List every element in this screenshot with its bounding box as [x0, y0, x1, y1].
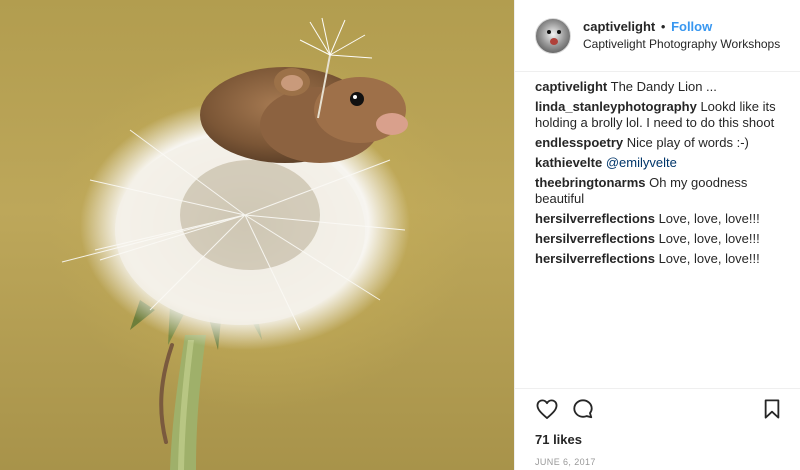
post-date[interactable]: JUNE 6, 2017: [535, 457, 784, 467]
comment: hersilverreflections Love, love, love!!!: [535, 251, 784, 267]
post-container: captivelight • Follow Captivelight Photo…: [0, 0, 800, 470]
author-username[interactable]: captivelight: [583, 19, 655, 34]
post-author-info: captivelight • Follow Captivelight Photo…: [583, 18, 780, 53]
avatar-eye: [547, 29, 551, 34]
comment-username[interactable]: endlesspoetry: [535, 135, 623, 150]
comment-text: Nice play of words :-): [626, 135, 749, 150]
heart-icon[interactable]: [535, 397, 559, 421]
avatar-eye: [557, 29, 561, 34]
avatar-mouth: [550, 37, 558, 45]
comment: theebringtonarms Oh my goodness beautifu…: [535, 175, 784, 207]
comment: endlesspoetry Nice play of words :-): [535, 135, 784, 151]
comment-mention[interactable]: @emilyvelte: [606, 155, 677, 170]
comment: hersilverreflections Love, love, love!!!: [535, 231, 784, 247]
comment-username[interactable]: captivelight: [535, 79, 607, 94]
comment-username[interactable]: theebringtonarms: [535, 175, 646, 190]
comment: linda_stanleyphotography Lookd like its …: [535, 99, 784, 131]
post-header: captivelight • Follow Captivelight Photo…: [515, 0, 800, 72]
likes-count[interactable]: 71 likes: [535, 432, 784, 447]
comment: hersilverreflections Love, love, love!!!: [535, 211, 784, 227]
comment-username[interactable]: kathievelte: [535, 155, 602, 170]
comment-username[interactable]: hersilverreflections: [535, 251, 655, 266]
caption: captivelight The Dandy Lion ...: [535, 79, 784, 95]
comment-username[interactable]: linda_stanleyphotography: [535, 99, 697, 114]
comment-icon[interactable]: [571, 397, 595, 421]
post-location[interactable]: Captivelight Photography Workshops: [583, 36, 780, 53]
comment-text: Love, love, love!!!: [658, 211, 760, 226]
comment-text: Love, love, love!!!: [658, 251, 760, 266]
comment-text: The Dandy Lion ...: [610, 79, 717, 94]
bookmark-icon[interactable]: [760, 397, 784, 421]
separator-dot: •: [660, 19, 666, 34]
post-photo[interactable]: [0, 0, 514, 470]
comment-username[interactable]: hersilverreflections: [535, 211, 655, 226]
action-bar: [535, 389, 784, 429]
post-side-panel: captivelight • Follow Captivelight Photo…: [514, 0, 800, 470]
comment-username[interactable]: hersilverreflections: [535, 231, 655, 246]
follow-button[interactable]: Follow: [671, 19, 712, 34]
photo-illustration: [61, 17, 410, 470]
comments-list: captivelight The Dandy Lion ... linda_st…: [515, 72, 800, 267]
post-footer: 71 likes JUNE 6, 2017: [515, 388, 800, 467]
comment: kathievelte @emilyvelte: [535, 155, 784, 171]
avatar[interactable]: [535, 17, 571, 54]
comment-text: Love, love, love!!!: [658, 231, 760, 246]
author-line: captivelight • Follow: [583, 18, 780, 35]
